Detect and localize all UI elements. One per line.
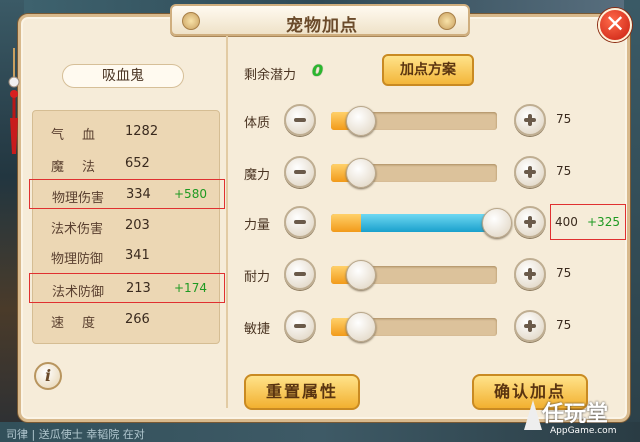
minus-icon[interactable] (284, 156, 316, 188)
stat-label: 法术防御 (52, 285, 105, 300)
point-plan-button[interactable]: 加点方案 (382, 54, 474, 86)
attribute-slider[interactable] (331, 106, 497, 136)
title-plate: 宠物加点 (170, 4, 470, 36)
attribute-value: 75 (556, 112, 572, 126)
info-icon[interactable]: i (34, 362, 62, 390)
attribute-row: 体质 75 (244, 102, 624, 138)
stat-value: 334 (126, 187, 151, 202)
stat-row: 物理防御 341 (33, 241, 221, 271)
attribute-value-box: 400 +325 (550, 204, 626, 240)
column-divider (226, 36, 228, 408)
stat-label: 法术伤害 (51, 222, 104, 237)
attribute-name: 力量 (244, 218, 271, 233)
stat-bonus: +174 (174, 281, 207, 295)
attribute-row: 魔力 75 (244, 154, 624, 190)
stat-bonus: +580 (174, 187, 207, 201)
stat-label: 魔法 (51, 160, 114, 175)
attribute-slider[interactable] (331, 158, 497, 188)
stat-row: 速度 266 (33, 305, 221, 335)
minus-icon[interactable] (284, 206, 316, 238)
tassel-ornament-icon (8, 48, 20, 154)
remaining-potential-label: 剩余潜力 (244, 68, 297, 83)
stat-row: 气血 1282 (33, 117, 221, 147)
stat-label: 物理伤害 (52, 191, 105, 206)
plus-icon[interactable] (514, 206, 546, 238)
slider-knob[interactable] (346, 158, 376, 188)
attribute-slider[interactable] (331, 312, 497, 342)
stat-row: 物理伤害 334 +580 (29, 179, 225, 209)
attribute-row: 敏捷 75 (244, 308, 624, 344)
stat-label: 气血 (51, 128, 114, 143)
stats-panel: 气血 1282 魔法 652 物理伤害 334 +580 法术伤害 203 物理防御 341 法术防御… (29, 110, 225, 344)
close-button[interactable]: ✕ (598, 8, 632, 42)
watermark-subtext: AppGame.com (550, 426, 617, 436)
minus-icon[interactable] (284, 104, 316, 136)
stat-value: 1282 (125, 124, 159, 139)
attribute-value: 75 (556, 164, 572, 178)
slider-base-fill (331, 214, 361, 232)
stat-label: 速度 (51, 316, 114, 331)
attribute-slider[interactable] (331, 260, 497, 290)
attribute-name: 敏捷 (244, 322, 271, 337)
reset-attributes-button[interactable]: 重置属性 (244, 374, 360, 410)
attribute-name: 魔力 (244, 168, 271, 183)
attribute-value: 400 (555, 215, 578, 229)
stat-value: 203 (125, 218, 150, 233)
plus-icon[interactable] (514, 258, 546, 290)
attribute-value: 75 (556, 266, 572, 280)
attribute-slider[interactable] (331, 208, 512, 238)
plus-icon[interactable] (514, 156, 546, 188)
attribute-row: 耐力 75 (244, 256, 624, 292)
watermark-text: 任玩堂 (542, 402, 609, 427)
stat-row: 魔法 652 (33, 149, 221, 179)
stat-row: 法术防御 213 +174 (29, 273, 225, 303)
stat-value: 213 (126, 281, 151, 296)
stat-value: 266 (125, 312, 150, 327)
stat-label: 物理防御 (51, 252, 104, 267)
stat-value: 652 (125, 156, 150, 171)
slider-knob[interactable] (346, 106, 376, 136)
slider-knob[interactable] (482, 208, 512, 238)
plus-icon[interactable] (514, 104, 546, 136)
attribute-name: 耐力 (244, 270, 271, 285)
plus-icon[interactable] (514, 310, 546, 342)
attribute-row: 力量 400 +325 (244, 204, 626, 240)
watermark-logo-icon (524, 400, 542, 430)
slider-added-fill (361, 214, 497, 232)
attribute-name: 体质 (244, 116, 271, 131)
attribute-extra: +325 (587, 215, 620, 229)
attribute-value: 75 (556, 318, 572, 332)
background-text: 司律 | 送瓜使士 幸韬院 在对 (6, 428, 145, 441)
minus-icon[interactable] (284, 258, 316, 290)
minus-icon[interactable] (284, 310, 316, 342)
stat-row: 法术伤害 203 (33, 211, 221, 241)
slider-knob[interactable] (346, 312, 376, 342)
remaining-potential-value: 0 (312, 61, 324, 80)
pet-name-label: 吸血鬼 (62, 64, 184, 88)
slider-knob[interactable] (346, 260, 376, 290)
stat-value: 341 (125, 248, 150, 263)
watermark: 任玩堂 AppGame.com (522, 396, 640, 442)
window-title: 宠物加点 (286, 16, 358, 36)
